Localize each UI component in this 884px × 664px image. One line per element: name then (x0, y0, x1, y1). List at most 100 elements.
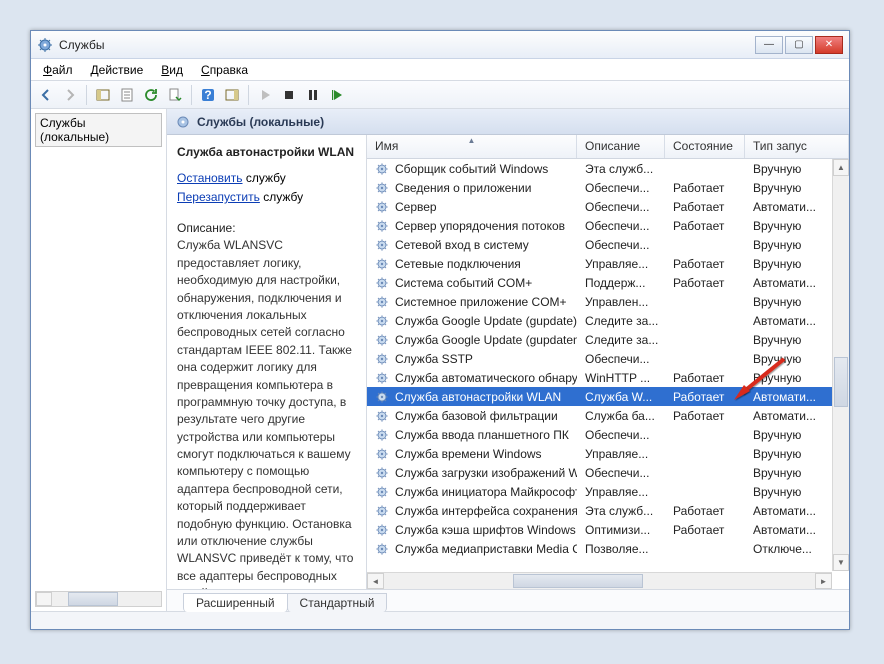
menubar: Файл Действие Вид Справка (31, 59, 849, 81)
restart-service-link[interactable]: Перезапустить (177, 190, 260, 204)
cell-description: Обеспечи... (577, 181, 665, 195)
cell-description: Управляе... (577, 447, 665, 461)
minimize-button[interactable]: — (755, 36, 783, 54)
service-row[interactable]: Служба автоматического обнару...WinHTTP … (367, 368, 849, 387)
selected-service-title: Служба автонастройки WLAN (177, 145, 356, 159)
nav-back-button[interactable] (35, 84, 57, 106)
stop-service-button[interactable] (278, 84, 300, 106)
scroll-right-button[interactable]: ► (815, 573, 832, 589)
menu-view[interactable]: Вид (153, 61, 191, 79)
service-row[interactable]: Сведения о приложенииОбеспечи...Работает… (367, 178, 849, 197)
content-area: Службы (локальные) Службы (локальные) Сл… (31, 109, 849, 611)
cell-state: Работает (665, 200, 745, 214)
cell-description: Обеспечи... (577, 200, 665, 214)
toolbar-separator (248, 85, 249, 105)
service-row[interactable]: Сборщик событий WindowsЭта служб...Вручн… (367, 159, 849, 178)
nav-forward-button[interactable] (59, 84, 81, 106)
cell-description: WinHTTP ... (577, 371, 665, 385)
cell-description: Служба ба... (577, 409, 665, 423)
cell-state: Работает (665, 371, 745, 385)
cell-state: Работает (665, 523, 745, 537)
help-button[interactable]: ? (197, 84, 219, 106)
service-row[interactable]: Сетевые подключенияУправляе...РаботаетВр… (367, 254, 849, 273)
stop-suffix: службу (243, 171, 286, 185)
column-state[interactable]: Состояние (665, 135, 745, 158)
service-row[interactable]: Служба автонастройки WLANСлужба W...Рабо… (367, 387, 849, 406)
cell-description: Обеспечи... (577, 428, 665, 442)
cell-name: Служба интерфейса сохранения с... (367, 504, 577, 518)
cell-name: Служба загрузки изображений Wi... (367, 466, 577, 480)
service-row[interactable]: Служба инициатора Майкрософт...Управляе.… (367, 482, 849, 501)
vertical-scrollbar[interactable]: ▲ ▼ (832, 159, 849, 571)
service-row[interactable]: Сетевой вход в системуОбеспечи...Вручную (367, 235, 849, 254)
service-row[interactable]: Служба Google Update (gupdate)Следите за… (367, 311, 849, 330)
cell-description: Обеспечи... (577, 466, 665, 480)
restart-service-button[interactable] (326, 84, 348, 106)
show-hide-action-button[interactable] (221, 84, 243, 106)
cell-description: Поддерж... (577, 276, 665, 290)
list-rows: Сборщик событий WindowsЭта служб...Вручн… (367, 159, 849, 589)
show-hide-tree-button[interactable] (92, 84, 114, 106)
scrollbar-thumb[interactable] (68, 592, 118, 606)
service-row[interactable]: СерверОбеспечи...РаботаетАвтомати... (367, 197, 849, 216)
tree-pane: Службы (локальные) (31, 109, 167, 611)
cell-name: Служба инициатора Майкрософт... (367, 485, 577, 499)
toolbar-separator (86, 85, 87, 105)
menu-help[interactable]: Справка (193, 61, 256, 79)
properties-button[interactable] (116, 84, 138, 106)
cell-description: Управлен... (577, 295, 665, 309)
cell-description: Эта служб... (577, 162, 665, 176)
scrollbar-track[interactable] (833, 176, 849, 554)
tree-horizontal-scrollbar[interactable] (35, 591, 162, 607)
column-description[interactable]: Описание (577, 135, 665, 158)
pause-service-button[interactable] (302, 84, 324, 106)
service-row[interactable]: Служба времени WindowsУправляе...Вручную (367, 444, 849, 463)
service-row[interactable]: Служба кэша шрифтов WindowsОптимизи...Ра… (367, 520, 849, 539)
scrollbar-thumb[interactable] (834, 357, 848, 407)
restart-suffix: службу (260, 190, 303, 204)
cell-description: Управляе... (577, 257, 665, 271)
stop-service-link[interactable]: Остановить (177, 171, 243, 185)
refresh-button[interactable] (140, 84, 162, 106)
cell-name: Сетевой вход в систему (367, 238, 577, 252)
cell-state: Работает (665, 409, 745, 423)
scroll-down-button[interactable]: ▼ (833, 554, 849, 571)
scrollbar-thumb[interactable] (513, 574, 643, 588)
services-app-icon (37, 37, 53, 53)
scroll-left-button[interactable] (36, 592, 52, 606)
service-row[interactable]: Служба Google Update (gupdatem)Следите з… (367, 330, 849, 349)
service-row[interactable]: Система событий COM+Поддерж...РаботаетАв… (367, 273, 849, 292)
scroll-left-button[interactable]: ◄ (367, 573, 384, 589)
export-list-button[interactable] (164, 84, 186, 106)
cell-name: Служба ввода планшетного ПК (367, 428, 577, 442)
cell-name: Служба времени Windows (367, 447, 577, 461)
tree-root-item[interactable]: Службы (локальные) (35, 113, 162, 147)
service-row[interactable]: Служба интерфейса сохранения с...Эта слу… (367, 501, 849, 520)
column-name[interactable]: Имя (367, 135, 577, 158)
scrollbar-track[interactable] (384, 573, 815, 589)
detail-pane: Служба автонастройки WLAN Остановить слу… (167, 135, 367, 589)
svg-text:?: ? (204, 88, 211, 102)
menu-file[interactable]: Файл (35, 61, 81, 79)
tab-standard[interactable]: Стандартный (287, 593, 388, 612)
cell-state: Работает (665, 181, 745, 195)
service-row[interactable]: Системное приложение COM+Управлен...Вруч… (367, 292, 849, 311)
column-startup[interactable]: Тип запус (745, 135, 849, 158)
start-service-button[interactable] (254, 84, 276, 106)
services-window: Службы — ▢ ✕ Файл Действие Вид Справка ?… (30, 30, 850, 630)
cell-name: Сервер упорядочения потоков (367, 219, 577, 233)
close-button[interactable]: ✕ (815, 36, 843, 54)
scroll-up-button[interactable]: ▲ (833, 159, 849, 176)
titlebar[interactable]: Службы — ▢ ✕ (31, 31, 849, 59)
service-row[interactable]: Служба базовой фильтрацииСлужба ба...Раб… (367, 406, 849, 425)
service-row[interactable]: Служба медиаприставки Media C...Позволяе… (367, 539, 849, 558)
service-row[interactable]: Сервер упорядочения потоковОбеспечи...Ра… (367, 216, 849, 235)
main-body: Служба автонастройки WLAN Остановить слу… (167, 135, 849, 589)
service-row[interactable]: Служба загрузки изображений Wi...Обеспеч… (367, 463, 849, 482)
horizontal-scrollbar[interactable]: ◄ ► (367, 572, 832, 589)
menu-action[interactable]: Действие (83, 61, 152, 79)
service-row[interactable]: Служба SSTPОбеспечи...Вручную (367, 349, 849, 368)
tab-extended[interactable]: Расширенный (183, 593, 288, 612)
maximize-button[interactable]: ▢ (785, 36, 813, 54)
service-row[interactable]: Служба ввода планшетного ПКОбеспечи...Вр… (367, 425, 849, 444)
